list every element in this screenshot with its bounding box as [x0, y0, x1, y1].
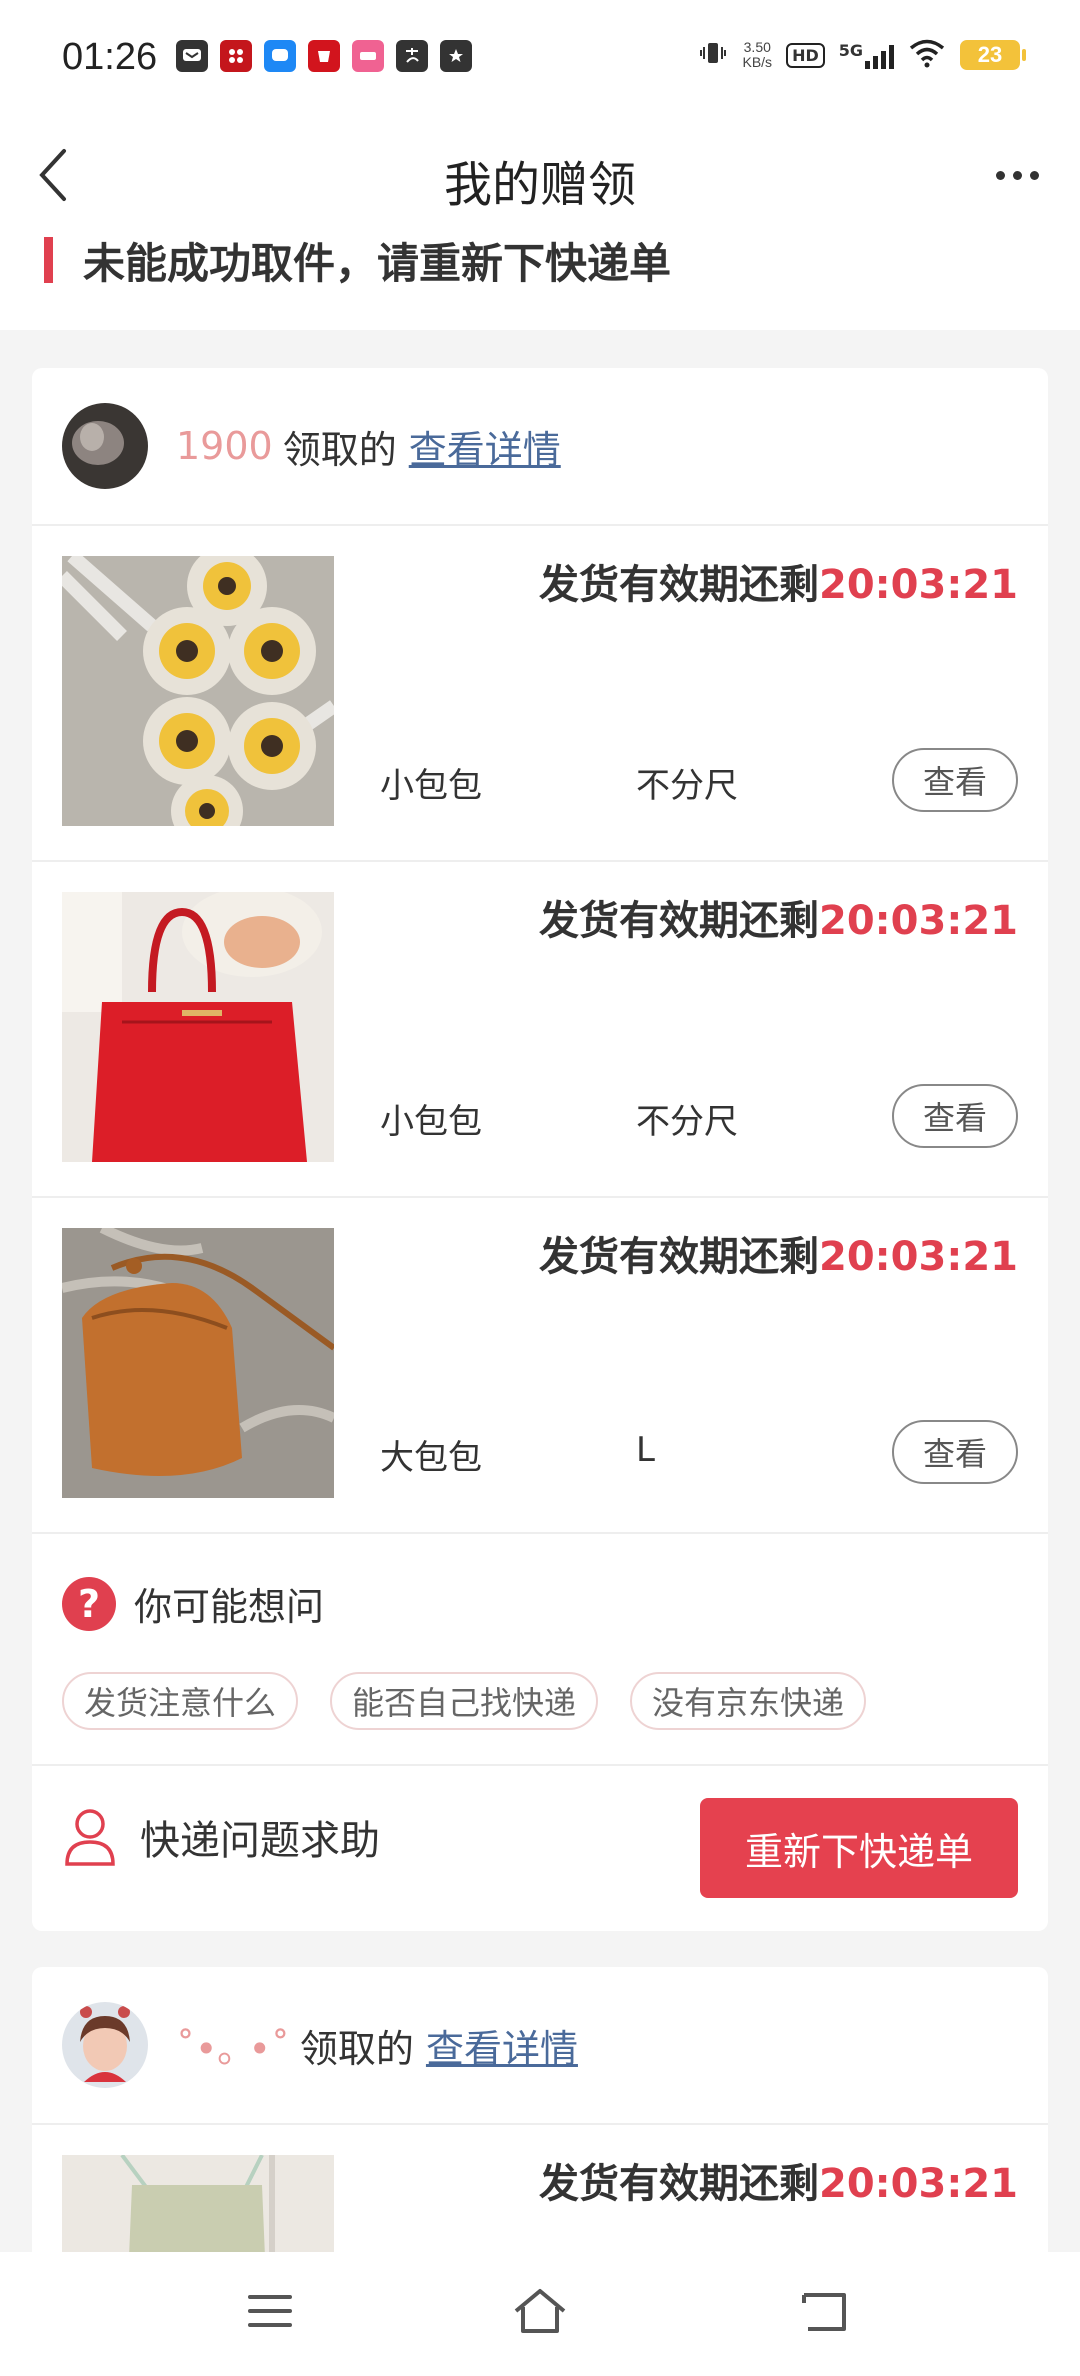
received-label: 领取的	[282, 427, 397, 472]
ship-deadline: 发货有效期还剩20:03:21	[539, 888, 1018, 946]
ship-label: 发货有效期还剩	[539, 898, 820, 944]
user-name: 1900	[176, 424, 273, 468]
countdown: 20:03:21	[819, 2161, 1018, 2207]
hd-badge: HD	[786, 42, 825, 68]
wifi-icon	[908, 38, 946, 72]
home-icon[interactable]	[500, 2276, 580, 2346]
reorder-courier-button[interactable]: 重新下快递单	[700, 1798, 1018, 1898]
system-icons: 3.50 KB/s HD 5G 23	[698, 38, 1026, 72]
view-detail-link[interactable]: 查看详情	[409, 419, 561, 474]
signal-group: 5G	[839, 41, 894, 69]
item-thumbnail[interactable]	[62, 1228, 334, 1498]
faq-section: ? 你可能想问 发货注意什么 能否自己找快递 没有京东快递	[32, 1534, 1048, 1766]
ship-deadline: 发货有效期还剩20:03:21	[539, 552, 1018, 610]
list-item[interactable]: 发货有效期还剩20:03:21 小包包 不分尺 查看	[32, 526, 1048, 862]
item-name: 小包包	[380, 1102, 482, 1142]
item-name: 大包包	[380, 1438, 482, 1478]
net-speed: 3.50 KB/s	[742, 40, 772, 70]
ship-deadline: 发货有效期还剩20:03:21	[539, 2151, 1018, 2209]
more-icon[interactable]	[982, 145, 1052, 205]
countdown: 20:03:21	[819, 562, 1018, 608]
view-button[interactable]: 查看	[892, 1084, 1018, 1148]
item-name: 小包包	[380, 766, 482, 806]
ship-deadline: 发货有效期还剩20:03:21	[539, 1224, 1018, 1282]
social-app-icon	[352, 40, 384, 72]
countdown: 20:03:21	[819, 1234, 1018, 1280]
network-type: 5G	[838, 41, 863, 60]
star-app-icon	[440, 40, 472, 72]
net-speed-unit: KB/s	[742, 54, 773, 70]
faq-chip[interactable]: 没有京东快递	[630, 1672, 867, 1730]
item-thumbnail[interactable]	[62, 556, 334, 826]
message-app-icon	[176, 40, 208, 72]
courier-help[interactable]: 快递问题求助	[62, 1806, 380, 1868]
faq-chip[interactable]: 发货注意什么	[62, 1672, 299, 1730]
card-header: ˚•｡ •˚ 领取的 查看详情	[32, 1967, 1048, 2125]
battery-icon: 23	[960, 40, 1026, 70]
item-size: 不分尺	[636, 1102, 738, 1142]
banner-accent-bar	[44, 237, 53, 283]
pinduoduo-app-icon	[220, 40, 252, 72]
banner-text: 未能成功取件，请重新下快递单	[83, 238, 672, 288]
signal-icon	[865, 41, 894, 69]
net-speed-value: 3.50	[743, 39, 771, 55]
faq-header: ? 你可能想问	[62, 1576, 324, 1631]
shopping-app-icon	[308, 40, 340, 72]
alipay-app-icon	[396, 40, 428, 72]
faq-chips: 发货注意什么 能否自己找快递 没有京东快递	[62, 1672, 867, 1730]
question-icon: ?	[62, 1576, 116, 1631]
item-thumbnail[interactable]	[62, 892, 334, 1162]
view-button[interactable]: 查看	[892, 1420, 1018, 1484]
nav-bar: 我的赠领	[0, 125, 1080, 225]
page-title: 我的赠领	[443, 157, 636, 213]
avatar[interactable]	[62, 403, 148, 489]
card-header: 1900 领取的 查看详情	[32, 368, 1048, 526]
list-item[interactable]: 发货有效期还剩20:03:21 小包包 不分尺 查看	[32, 862, 1048, 1198]
ship-label: 发货有效期还剩	[539, 562, 820, 608]
back-nav-icon[interactable]	[784, 2276, 864, 2346]
notification-icons	[176, 40, 472, 72]
help-row: 快递问题求助 重新下快递单	[32, 1766, 1048, 1926]
ship-label: 发货有效期还剩	[539, 2161, 820, 2207]
ship-label: 发货有效期还剩	[539, 1234, 820, 1280]
list-item[interactable]: 发货有效期还剩20:03:21 大包包 L 查看	[32, 1198, 1048, 1534]
notice-banner: 未能成功取件，请重新下快递单	[44, 230, 671, 290]
person-icon	[65, 1809, 115, 1866]
faq-chip[interactable]: 能否自己找快递	[330, 1672, 599, 1730]
system-nav-bar	[0, 2252, 1080, 2376]
item-size: 不分尺	[636, 766, 738, 806]
help-label: 快递问题求助	[140, 1818, 380, 1864]
status-bar: 01:26 3.50 KB/s HD 5G 23	[0, 0, 1080, 110]
countdown: 20:03:21	[819, 898, 1018, 944]
menu-icon[interactable]	[230, 2276, 310, 2346]
avatar[interactable]	[62, 2002, 148, 2088]
view-button[interactable]: 查看	[892, 748, 1018, 812]
item-size: L	[636, 1430, 655, 1470]
status-time: 01:26	[62, 36, 158, 78]
gift-card: 1900 领取的 查看详情 发货有效期还剩20:03:21 小包包 不分尺 查看	[32, 368, 1048, 1931]
chat-app-icon	[264, 40, 296, 72]
view-detail-link[interactable]: 查看详情	[426, 2018, 578, 2073]
user-name: ˚•｡ •˚	[176, 2026, 290, 2071]
gift-card: ˚•｡ •˚ 领取的 查看详情 发货有效期还剩20:03:21	[32, 1967, 1048, 2287]
faq-title: 你可能想问	[134, 1585, 325, 1629]
vibrate-icon	[698, 38, 728, 72]
received-label: 领取的	[299, 2026, 414, 2071]
